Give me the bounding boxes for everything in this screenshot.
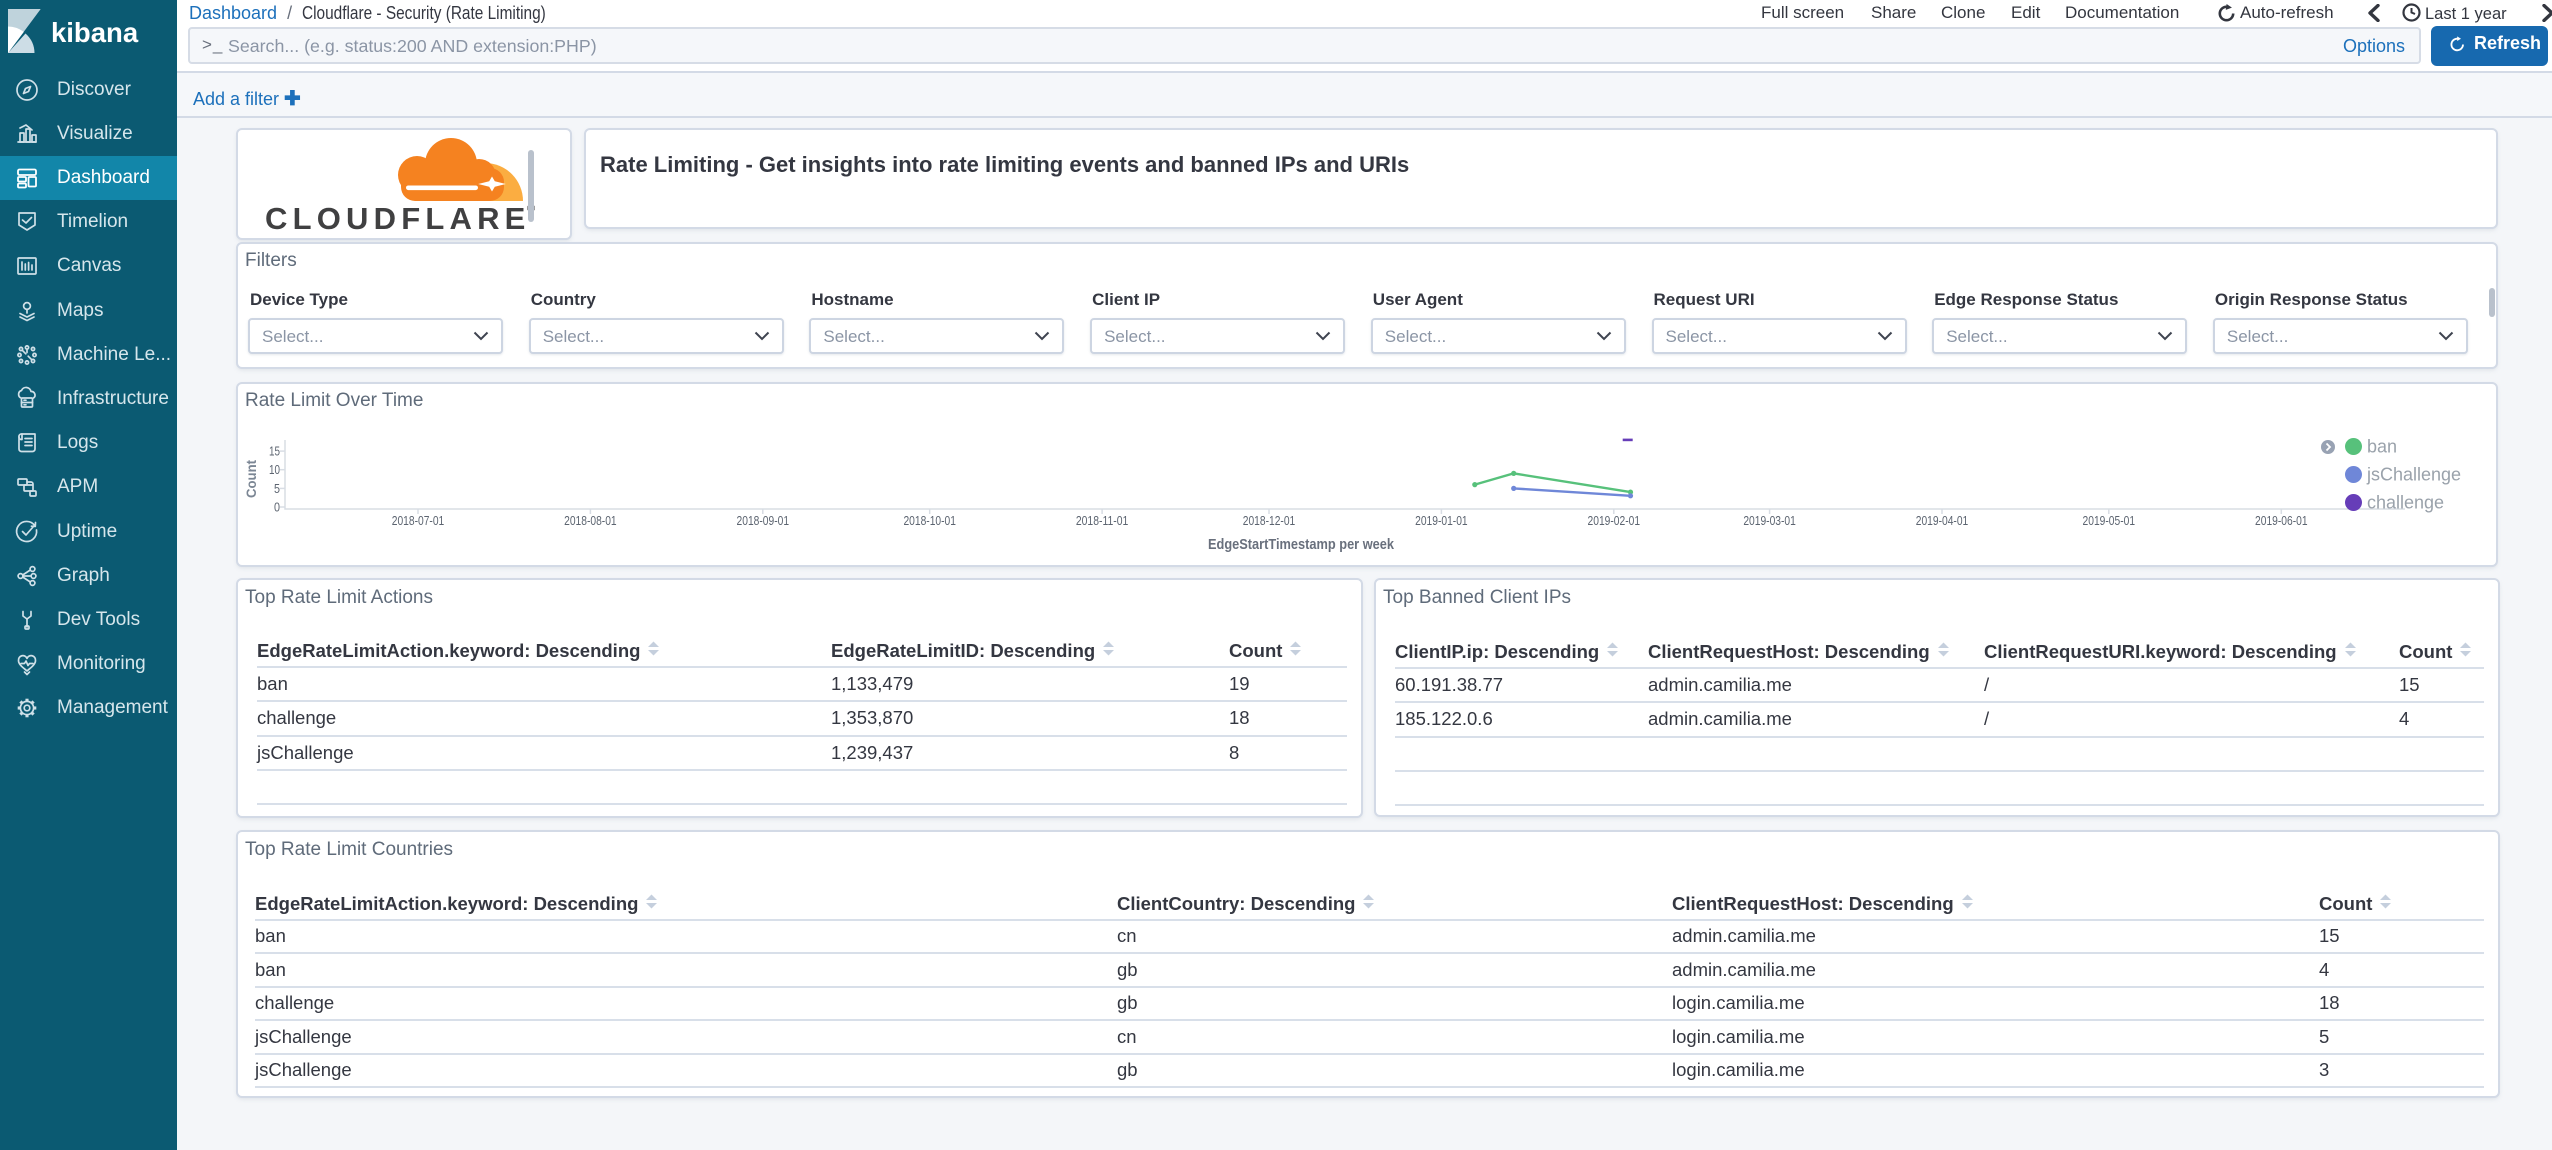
svg-text:2019-04-01: 2019-04-01	[1916, 513, 1969, 528]
svg-text:10: 10	[269, 463, 280, 477]
svg-text:2019-05-01: 2019-05-01	[2083, 513, 2136, 528]
svg-text:5: 5	[274, 482, 280, 496]
svg-text:2018-08-01: 2018-08-01	[564, 513, 617, 528]
svg-text:CLOUDFLARE: CLOUDFLARE	[265, 201, 531, 236]
svg-text:2019-01-01: 2019-01-01	[1415, 513, 1468, 528]
svg-text:15: 15	[269, 445, 280, 459]
svg-text:2019-02-01: 2019-02-01	[1588, 513, 1641, 528]
svg-text:EdgeStartTimestamp per week: EdgeStartTimestamp per week	[1208, 536, 1395, 553]
svg-text:Count: Count	[243, 460, 259, 498]
svg-text:0: 0	[274, 501, 280, 515]
svg-text:2018-12-01: 2018-12-01	[1243, 513, 1296, 528]
svg-text:2018-09-01: 2018-09-01	[737, 513, 790, 528]
svg-text:2018-07-01: 2018-07-01	[392, 513, 445, 528]
svg-text:2019-06-01: 2019-06-01	[2255, 513, 2308, 528]
svg-text:2018-11-01: 2018-11-01	[1076, 513, 1129, 528]
svg-text:2018-10-01: 2018-10-01	[903, 513, 956, 528]
svg-text:2019-03-01: 2019-03-01	[1743, 513, 1796, 528]
